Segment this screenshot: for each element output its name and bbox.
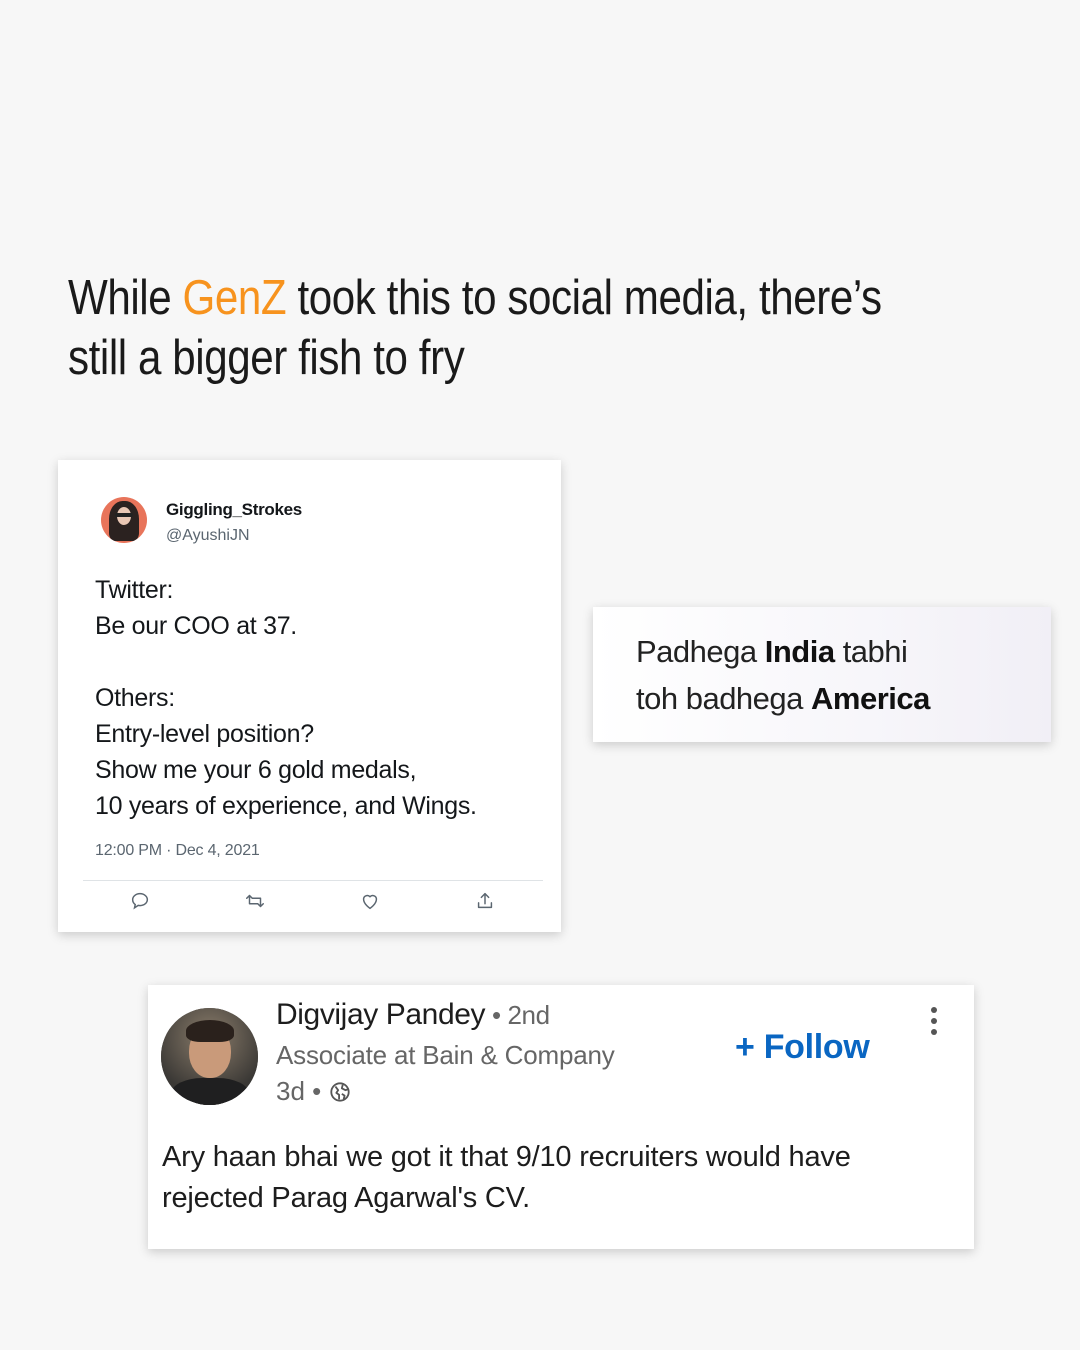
tweet-line: Twitter: xyxy=(95,576,174,604)
tweet-avatar[interactable] xyxy=(101,497,147,543)
quote-emphasis: America xyxy=(811,681,930,716)
quote-text: tabhi xyxy=(834,634,908,669)
linkedin-post-meta: 3d • xyxy=(276,1076,351,1107)
tweet-line: 10 years of experience, and Wings. xyxy=(95,792,477,820)
quote-text: toh badhega xyxy=(636,681,812,716)
linkedin-author-headline: Associate at Bain & Company xyxy=(276,1040,615,1070)
linkedin-avatar[interactable] xyxy=(161,1008,258,1105)
reply-icon[interactable] xyxy=(129,890,151,912)
linkedin-author[interactable]: Digvijay Pandey • 2nd xyxy=(276,998,550,1032)
linkedin-author-name[interactable]: Digvijay Pandey xyxy=(276,998,486,1031)
headline-prefix: While xyxy=(68,271,183,325)
retweet-icon[interactable] xyxy=(244,890,266,912)
quote-card xyxy=(593,607,1051,742)
tweet-display-name[interactable]: Giggling_Strokes xyxy=(166,500,302,520)
tweet-line: Entry-level position? xyxy=(95,720,314,748)
more-options-icon[interactable] xyxy=(924,1005,944,1037)
tweet-handle[interactable]: @AyushiJN xyxy=(166,527,250,545)
quote-line-2: toh badhega America xyxy=(636,681,930,717)
follow-button[interactable]: + Follow xyxy=(735,1028,870,1067)
tweet-line: Others: xyxy=(95,684,175,712)
quote-text: Padhega xyxy=(636,634,765,669)
tweet-divider xyxy=(83,880,543,881)
share-icon[interactable] xyxy=(474,890,496,912)
tweet-line xyxy=(95,644,477,680)
like-icon[interactable] xyxy=(359,890,381,912)
globe-icon xyxy=(330,1081,350,1102)
connection-degree: • 2nd xyxy=(485,1000,550,1030)
headline: While GenZ took this to social media, th… xyxy=(68,268,894,388)
linkedin-post-time: 3d • xyxy=(276,1076,322,1106)
tweet-line: Be our COO at 37. xyxy=(95,612,297,640)
tweet-timestamp[interactable]: 12:00 PM · Dec 4, 2021 xyxy=(95,842,260,860)
headline-accent: GenZ xyxy=(182,271,287,325)
quote-line-1: Padhega India tabhi xyxy=(636,634,908,670)
tweet-line: Show me your 6 gold medals, xyxy=(95,756,417,784)
linkedin-post-text: Ary haan bhai we got it that 9/10 recrui… xyxy=(162,1141,851,1214)
tweet-body: Twitter: Be our COO at 37. Others: Entry… xyxy=(95,572,477,824)
quote-emphasis: India xyxy=(764,634,835,669)
